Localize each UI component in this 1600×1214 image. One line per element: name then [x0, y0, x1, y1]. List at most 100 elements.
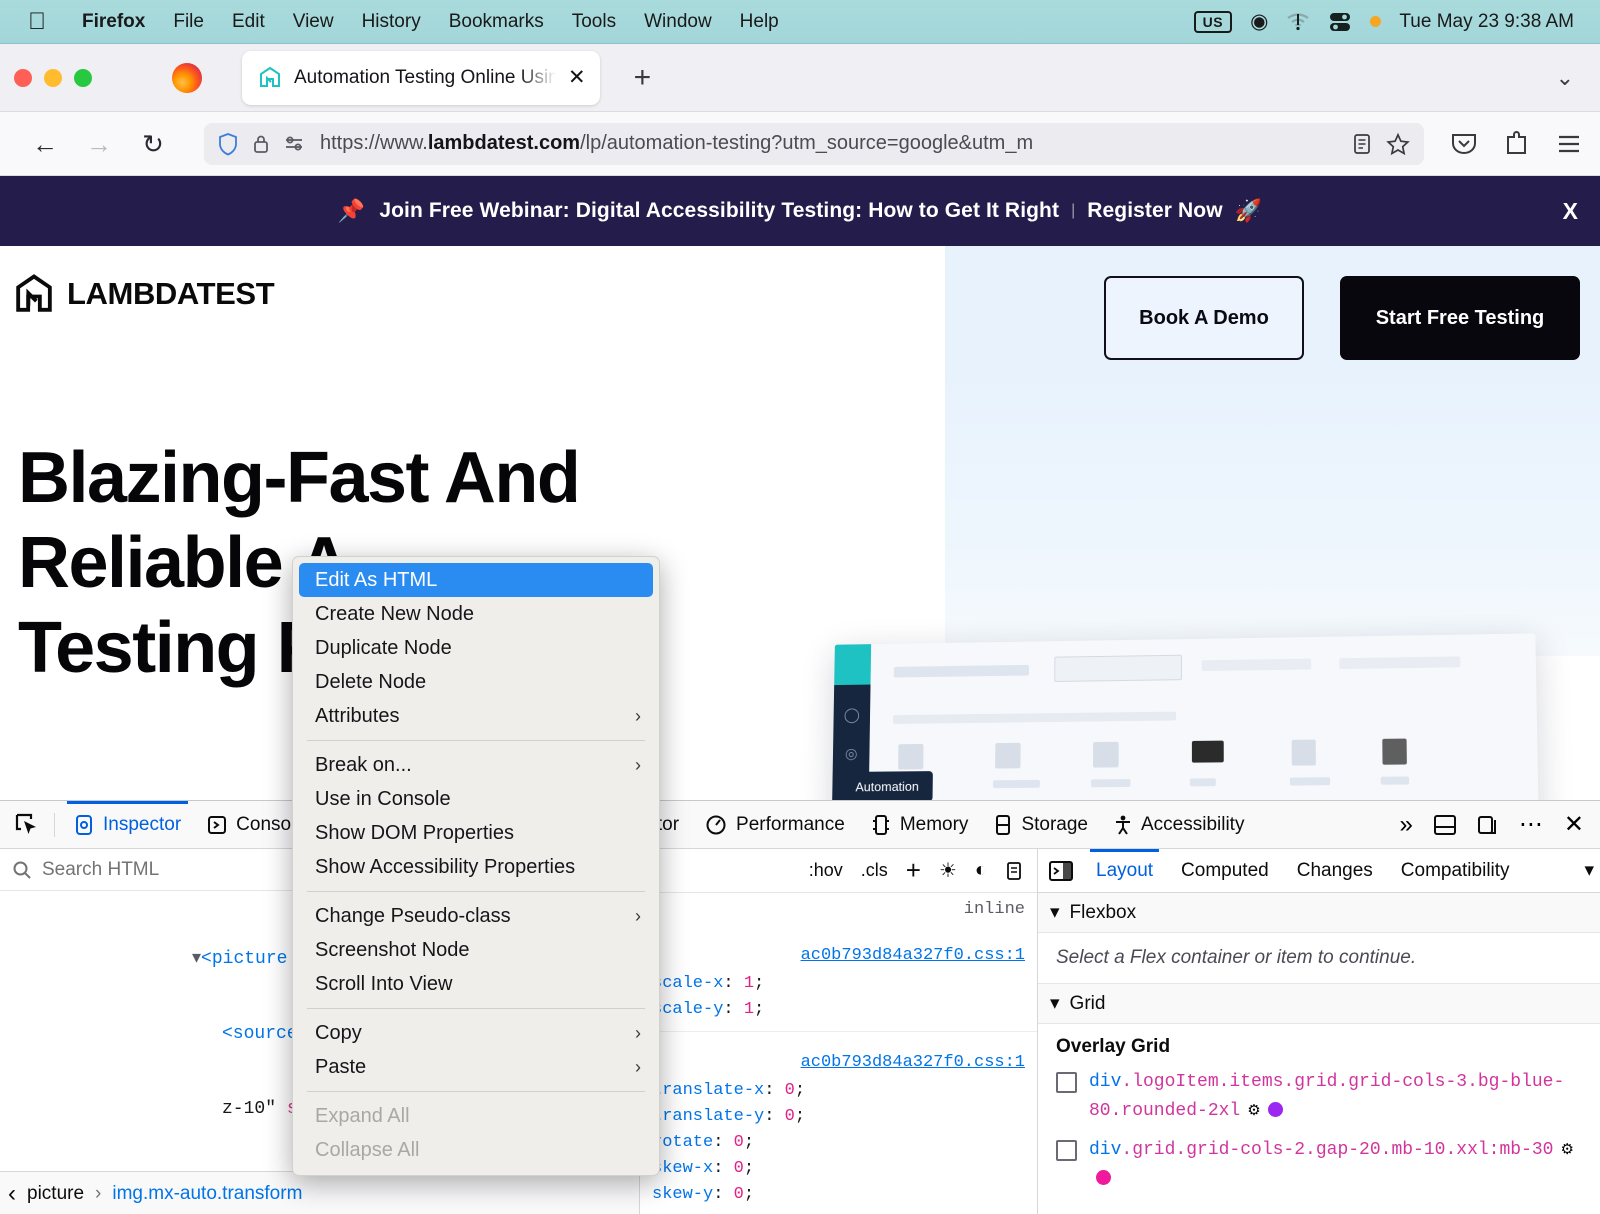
chevron-double-right-icon[interactable]: »	[1400, 811, 1413, 839]
grid-overlay-row[interactable]: div.logoItem.items.grid.grid-cols-3.bg-b…	[1038, 1064, 1600, 1132]
menubar-item-bookmarks[interactable]: Bookmarks	[435, 11, 558, 33]
menubar-item-file[interactable]: File	[159, 11, 218, 33]
close-window-button[interactable]	[14, 68, 32, 87]
page-permissions-icon[interactable]	[284, 134, 306, 154]
hov-toggle[interactable]: :hov	[809, 860, 843, 881]
context-menu-item-show-accessibility-properties[interactable]: Show Accessibility Properties	[293, 850, 659, 884]
css-rule-block[interactable]: ac0b793d84a327f0.css:1 scale-x: 1; scale…	[640, 925, 1037, 1032]
keyboard-layout-badge[interactable]: US	[1193, 10, 1233, 33]
tab-compatibility[interactable]: Compatibility	[1387, 849, 1524, 893]
css-declaration[interactable]: translate-y: 0;	[652, 1104, 1025, 1130]
promo-close-button[interactable]: X	[1563, 198, 1578, 225]
rule-source-link[interactable]: ac0b793d84a327f0.css:1	[801, 943, 1025, 969]
menubar-item-edit[interactable]: Edit	[218, 11, 279, 33]
css-value[interactable]: 1	[744, 1000, 754, 1019]
control-center-icon[interactable]	[1328, 11, 1352, 33]
grid-overlay-row[interactable]: div.grid.grid-cols-2.gap-20.mb-10.xxl:mb…	[1038, 1132, 1600, 1200]
site-brand[interactable]: LAMBDATEST	[14, 274, 275, 314]
tab-memory[interactable]: Memory	[858, 801, 982, 849]
user-account-icon[interactable]: ◉	[1250, 11, 1268, 32]
tab-changes[interactable]: Changes	[1283, 849, 1387, 893]
more-options-icon[interactable]: ⋯	[1519, 810, 1544, 839]
back-arrow-icon[interactable]: ←	[18, 131, 72, 157]
rule-source-link[interactable]: ac0b793d84a327f0.css:1	[801, 1050, 1025, 1076]
breadcrumb-item-img[interactable]: img.mx-auto.transform	[112, 1183, 302, 1205]
maximize-window-button[interactable]	[74, 68, 92, 87]
separate-window-icon[interactable]	[1477, 814, 1499, 836]
light-mode-icon[interactable]: ☀	[939, 858, 957, 883]
chevron-down-icon[interactable]: ⌄	[1556, 65, 1574, 91]
grid-settings-icon[interactable]: ⚙	[1247, 1103, 1260, 1120]
context-menu-item-use-in-console[interactable]: Use in Console	[293, 782, 659, 816]
book-demo-button[interactable]: Book A Demo	[1104, 276, 1304, 360]
grid-overlay-checkbox[interactable]	[1056, 1140, 1077, 1161]
dock-bottom-icon[interactable]	[1433, 814, 1457, 836]
grid-color-swatch[interactable]	[1096, 1170, 1111, 1185]
grid-settings-icon[interactable]: ⚙	[1560, 1142, 1573, 1159]
css-declaration[interactable]: skew-y: 0;	[652, 1182, 1025, 1208]
menubar-item-firefox[interactable]: Firefox	[68, 11, 159, 33]
grid-selector-text[interactable]: div.grid.grid-cols-2.gap-20.mb-10.xxl:mb…	[1089, 1136, 1582, 1194]
grid-section-header[interactable]: ▾ Grid	[1038, 984, 1600, 1024]
css-value[interactable]: 0	[785, 1081, 795, 1100]
reader-view-icon[interactable]	[1352, 132, 1372, 156]
grid-color-swatch[interactable]	[1267, 1102, 1283, 1117]
hamburger-menu-icon[interactable]	[1556, 133, 1582, 155]
forward-arrow-icon[interactable]: →	[72, 131, 126, 157]
css-value[interactable]: 0	[785, 1107, 795, 1126]
minimize-window-button[interactable]	[44, 68, 62, 87]
css-value[interactable]: 0	[734, 1159, 744, 1178]
tab-accessibility[interactable]: Accessibility	[1101, 801, 1257, 849]
context-menu-item-paste[interactable]: Paste ›	[293, 1050, 659, 1084]
url-text[interactable]: https://www.lambdatest.com/lp/automation…	[320, 132, 1338, 155]
css-declaration[interactable]: skew-x: 0;	[652, 1156, 1025, 1182]
cls-toggle[interactable]: .cls	[861, 860, 888, 881]
flexbox-section-header[interactable]: ▾ Flexbox	[1038, 893, 1600, 933]
menubar-item-window[interactable]: Window	[630, 11, 726, 33]
context-menu-item-duplicate-node[interactable]: Duplicate Node	[293, 631, 659, 665]
start-free-testing-button[interactable]: Start Free Testing	[1340, 276, 1580, 360]
wifi-icon[interactable]	[1286, 12, 1310, 32]
grid-overlay-checkbox[interactable]	[1056, 1072, 1077, 1093]
menubar-item-view[interactable]: View	[279, 11, 348, 33]
chevron-down-icon[interactable]: ▾	[1578, 849, 1600, 893]
dark-mode-icon[interactable]: ◐	[975, 859, 987, 882]
css-declaration[interactable]: translate-x: 0;	[652, 1078, 1025, 1104]
pocket-icon[interactable]	[1450, 131, 1478, 157]
sidebar-toggle-icon[interactable]	[1048, 860, 1074, 882]
shield-icon[interactable]	[218, 132, 238, 156]
plus-icon[interactable]: +	[906, 855, 921, 886]
grid-selector-text[interactable]: div.logoItem.items.grid.grid-cols-3.bg-b…	[1089, 1068, 1582, 1126]
print-media-icon[interactable]	[1005, 861, 1023, 881]
context-menu-item-scroll-into-view[interactable]: Scroll Into View	[293, 967, 659, 1001]
tab-layout[interactable]: Layout	[1082, 848, 1167, 893]
star-icon[interactable]	[1386, 132, 1410, 156]
menubar-item-help[interactable]: Help	[726, 11, 793, 33]
css-value[interactable]: 0	[734, 1133, 744, 1152]
css-declaration[interactable]: scale-y: 1;	[652, 997, 1025, 1023]
browser-tab[interactable]: Automation Testing Online Using ✕	[242, 50, 600, 105]
context-menu-item-change-pseudo-class[interactable]: Change Pseudo-class ›	[293, 899, 659, 933]
css-value[interactable]: 1	[744, 974, 754, 993]
breadcrumb-item-picture[interactable]: picture	[27, 1183, 84, 1205]
breadcrumb-back-icon[interactable]: ‹	[8, 1180, 16, 1208]
new-tab-button[interactable]: +	[634, 62, 652, 93]
close-icon[interactable]: ✕	[568, 67, 586, 88]
context-menu-item-attributes[interactable]: Attributes ›	[293, 699, 659, 733]
menubar-item-tools[interactable]: Tools	[558, 11, 630, 33]
context-menu-item-create-new-node[interactable]: Create New Node	[293, 597, 659, 631]
css-declaration[interactable]: rotate: 0;	[652, 1130, 1025, 1156]
menubar-item-history[interactable]: History	[348, 11, 435, 33]
css-declaration[interactable]: scale-x: 1;	[652, 971, 1025, 997]
tab-performance[interactable]: Performance	[692, 801, 858, 849]
extensions-icon[interactable]	[1504, 130, 1530, 157]
context-menu-item-delete-node[interactable]: Delete Node	[293, 665, 659, 699]
css-value[interactable]: 0	[734, 1185, 744, 1204]
tab-computed[interactable]: Computed	[1167, 849, 1283, 893]
apple-logo-icon[interactable]: 	[28, 9, 46, 34]
menubar-clock[interactable]: Tue May 23 9:38 AM	[1399, 11, 1574, 33]
context-menu-item-edit-as-html[interactable]: Edit As HTML	[299, 563, 653, 597]
context-menu-item-screenshot-node[interactable]: Screenshot Node	[293, 933, 659, 967]
tab-storage[interactable]: Storage	[981, 801, 1101, 849]
context-menu-item-show-dom-properties[interactable]: Show DOM Properties	[293, 816, 659, 850]
